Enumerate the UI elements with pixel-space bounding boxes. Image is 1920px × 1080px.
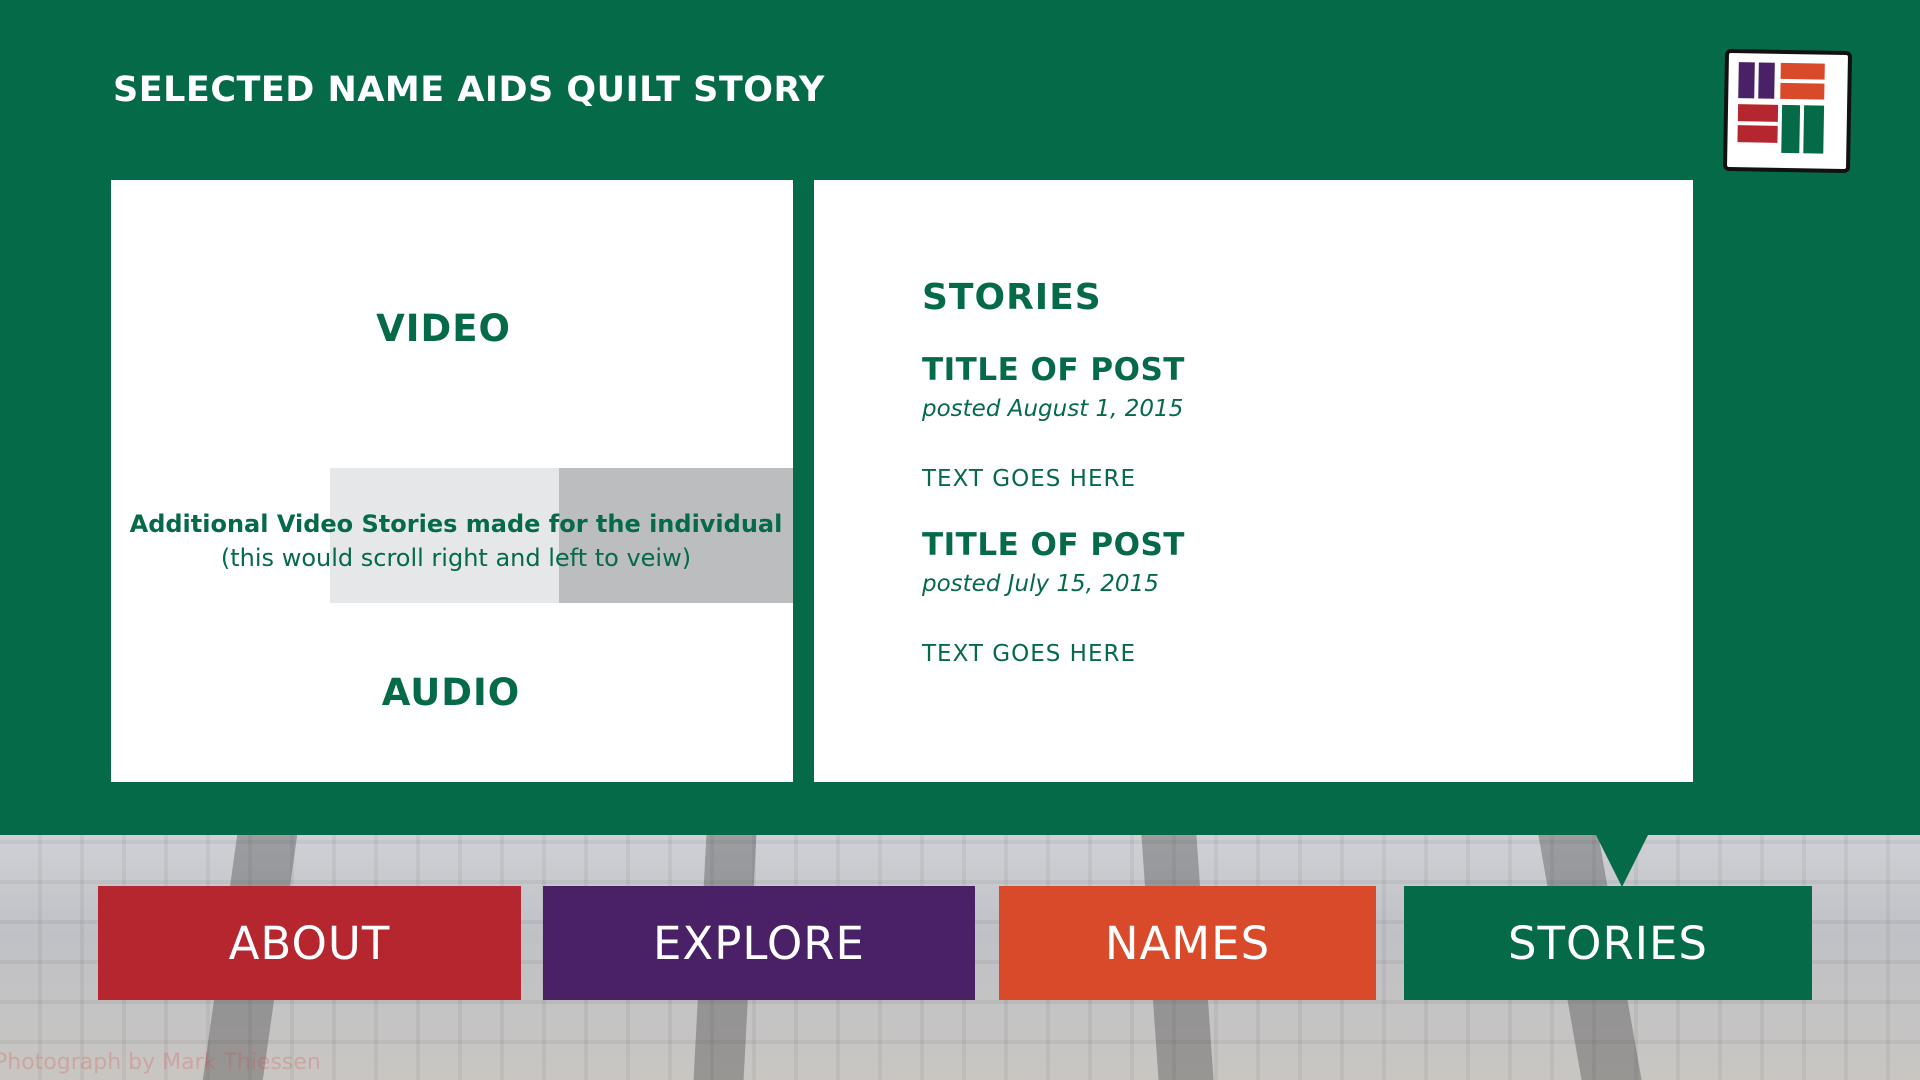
logo-block-green-1 — [1781, 104, 1801, 154]
carousel-caption: Additional Video Stories made for the in… — [111, 507, 801, 575]
nav-names-button[interactable]: NAMES — [999, 886, 1376, 1000]
post-date: posted August 1, 2015 — [922, 396, 1184, 422]
photo-credit: Photograph by Mark Thiessen — [0, 1050, 321, 1075]
logo-block-green-2 — [1803, 105, 1825, 154]
logo-block-purple-2 — [1758, 62, 1775, 99]
story-post: TITLE OF POST posted July 15, 2015 TEXT … — [922, 527, 1185, 667]
stories-heading: STORIES — [922, 277, 1102, 318]
nav-stories-button[interactable]: STORIES — [1404, 886, 1812, 1000]
post-title[interactable]: TITLE OF POST — [922, 352, 1185, 388]
logo-block-red-1 — [1737, 104, 1779, 122]
active-tab-pointer — [1596, 835, 1648, 887]
audio-player[interactable]: AUDIO — [111, 671, 791, 714]
post-body: TEXT GOES HERE — [922, 641, 1137, 667]
page-title: SELECTED NAME AIDS QUILT STORY — [113, 70, 825, 110]
nav-explore-button[interactable]: EXPLORE — [543, 886, 975, 1000]
stories-panel: STORIES TITLE OF POST posted August 1, 2… — [814, 180, 1693, 782]
carousel-caption-title: Additional Video Stories made for the in… — [129, 510, 783, 538]
video-player[interactable]: VIDEO — [111, 307, 776, 350]
carousel-caption-note: (this would scroll right and left to vei… — [220, 544, 692, 572]
logo-block-orange-2 — [1780, 82, 1825, 100]
logo-block-purple-1 — [1738, 62, 1755, 99]
logo-block-red-2 — [1737, 125, 1778, 143]
quilt-logo-icon[interactable] — [1722, 48, 1853, 174]
post-body: TEXT GOES HERE — [922, 466, 1137, 492]
post-title[interactable]: TITLE OF POST — [922, 527, 1185, 563]
logo-block-orange-1 — [1780, 62, 1825, 80]
post-date: posted July 15, 2015 — [922, 571, 1159, 597]
media-panel: VIDEO Additional Video Stories made for … — [111, 180, 793, 782]
nav-about-button[interactable]: ABOUT — [98, 886, 521, 1000]
story-post: TITLE OF POST posted August 1, 2015 TEXT… — [922, 352, 1185, 492]
